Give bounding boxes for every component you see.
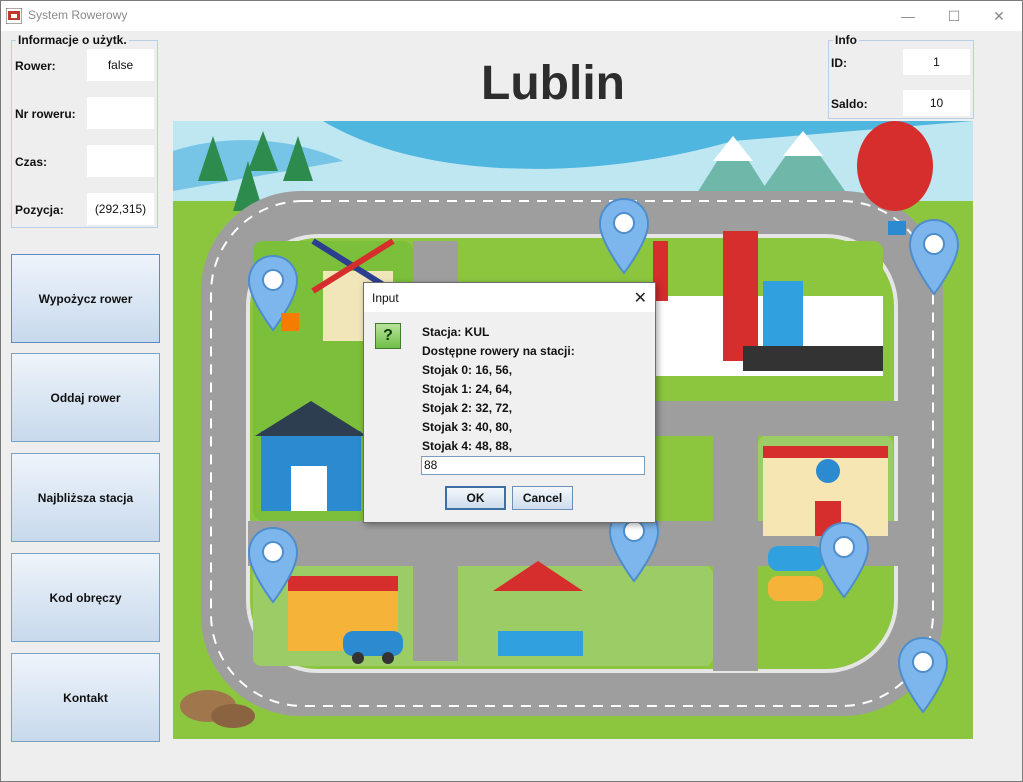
app-icon [6, 8, 22, 24]
user-position-marker [281, 313, 299, 331]
info-legend: Info [835, 33, 857, 47]
id-value: 1 [903, 49, 970, 75]
window-title: System Rowerowy [28, 8, 128, 22]
contact-button[interactable]: Kontakt [11, 653, 160, 742]
bike-number-input[interactable]: 88 [421, 456, 645, 475]
rent-bike-button[interactable]: Wypożycz rower [11, 254, 160, 343]
station-pin-icon[interactable] [247, 526, 299, 604]
dialog-station-line: Stacja: KUL [422, 325, 490, 339]
dialog-available-line: Dostępne rowery na stacji: [422, 344, 575, 358]
station-pin-icon[interactable] [598, 197, 650, 275]
bike-number-value [87, 97, 154, 129]
time-label: Czas: [15, 155, 48, 169]
station-pin-icon[interactable] [908, 218, 960, 296]
dialog-rack-line: Stojak 0: 16, 56, [422, 363, 513, 377]
cancel-button[interactable]: Cancel [512, 486, 573, 510]
input-dialog: Input ✕ ? Stacja: KUL Dostępne rowery na… [363, 282, 656, 523]
close-button[interactable]: ✕ [976, 1, 1022, 31]
position-label: Pozycja: [15, 203, 64, 217]
dialog-rack-line: Stojak 3: 40, 80, [422, 420, 513, 434]
user-info-legend: Informacje o użytk. [18, 33, 127, 47]
city-title: Lublin [481, 57, 625, 110]
saldo-label: Saldo: [831, 97, 868, 111]
dialog-rack-line: Stojak 4: 48, 88, [422, 439, 513, 453]
question-icon: ? [375, 323, 401, 349]
ok-button[interactable]: OK [445, 486, 506, 510]
position-value: (292,315) [87, 193, 154, 225]
lock-code-button[interactable]: Kod obręczy [11, 553, 160, 642]
dialog-title: Input [372, 291, 399, 305]
dialog-rack-line: Stojak 2: 32, 72, [422, 401, 513, 415]
id-label: ID: [831, 56, 847, 70]
dialog-rack-line: Stojak 1: 24, 64, [422, 382, 513, 396]
bike-value: false [87, 49, 154, 81]
minimize-button[interactable]: — [885, 1, 931, 31]
app-window: System Rowerowy — ☐ ✕ Informacje o użytk… [0, 0, 1023, 782]
nearest-station-button[interactable]: Najbliższa stacja [11, 453, 160, 542]
time-value [87, 145, 154, 177]
return-bike-button[interactable]: Oddaj rower [11, 353, 160, 442]
bike-number-label: Nr roweru: [15, 107, 76, 121]
title-bar: System Rowerowy — ☐ ✕ [1, 1, 1022, 31]
dialog-title-bar: Input ✕ [364, 283, 655, 312]
station-pin-icon[interactable] [897, 636, 949, 714]
bike-label: Rower: [15, 59, 56, 73]
saldo-value: 10 [903, 90, 970, 116]
dialog-close-icon[interactable]: ✕ [634, 288, 647, 308]
maximize-button[interactable]: ☐ [931, 1, 977, 31]
station-pin-icon[interactable] [818, 521, 870, 599]
